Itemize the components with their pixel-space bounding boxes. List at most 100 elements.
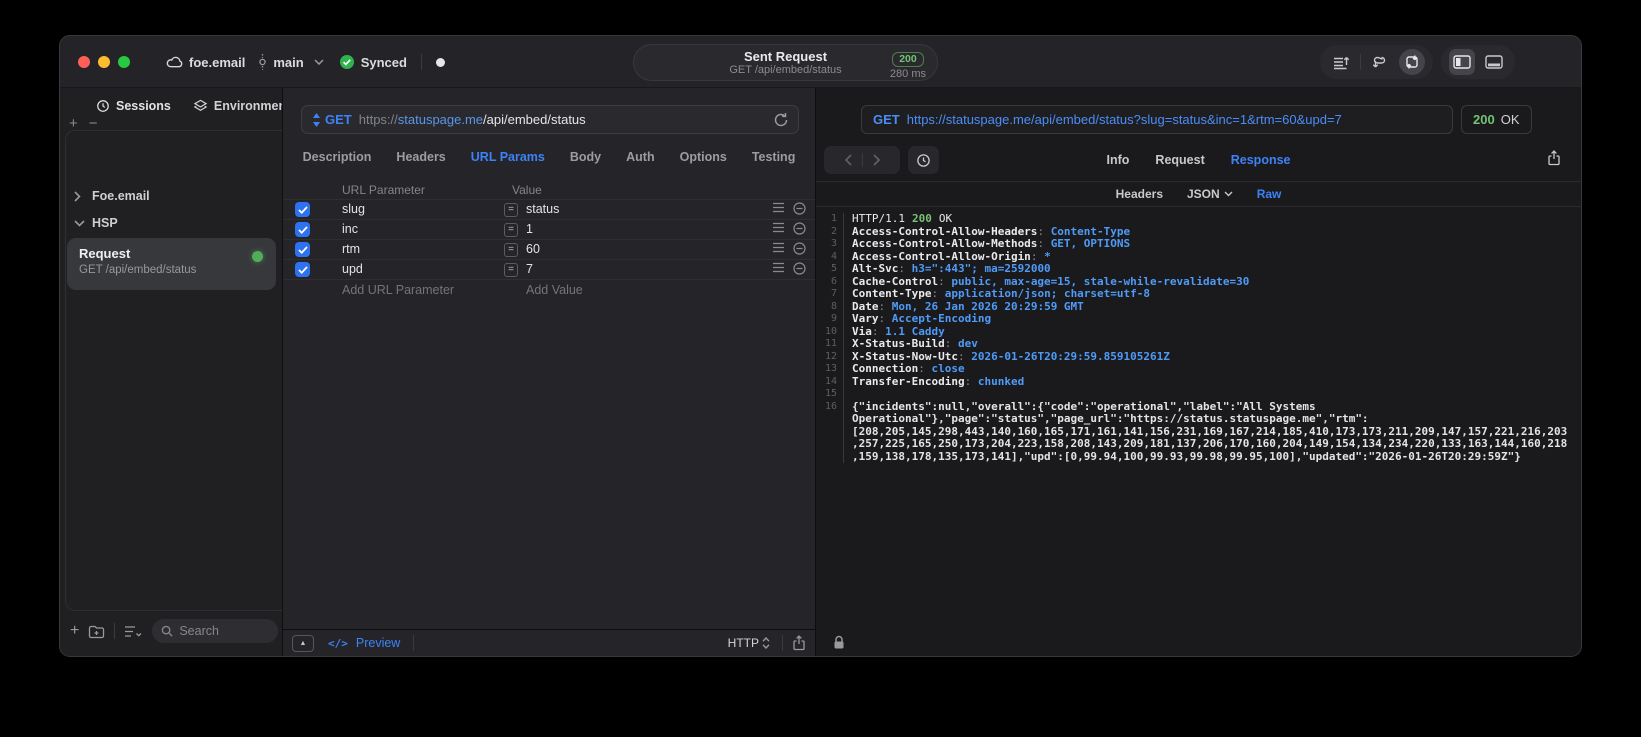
row-menu-icon[interactable] xyxy=(772,262,785,275)
zoom-window-button[interactable] xyxy=(118,56,130,68)
tab-sessions[interactable]: Sessions xyxy=(96,99,171,113)
sidebar-search[interactable] xyxy=(152,619,278,643)
request-method[interactable]: GET xyxy=(325,112,352,127)
param-name-field[interactable]: upd xyxy=(342,262,363,276)
param-name-field[interactable]: inc xyxy=(342,222,358,236)
export-list-button[interactable] xyxy=(1328,49,1354,75)
tab-request[interactable]: Request xyxy=(1155,153,1204,167)
tree-item-hsp[interactable]: HSP xyxy=(74,216,118,230)
sidebar-remove-button[interactable]: − xyxy=(89,116,98,131)
toggle-bottom-panel-button[interactable] xyxy=(1481,49,1507,75)
request-tabs: Description Headers URL Params Body Auth… xyxy=(283,150,815,164)
tab-description[interactable]: Description xyxy=(303,150,372,164)
add-value-field[interactable]: Add Value xyxy=(526,283,583,297)
line-number: 13 xyxy=(816,363,844,376)
header-value: 2026-01-26T20:29:59.859105261Z xyxy=(971,349,1170,363)
project-selector[interactable]: foe.email xyxy=(166,55,245,70)
tab-body[interactable]: Body xyxy=(570,150,601,164)
request-status-pill[interactable]: Sent Request GET /api/embed/status 200 2… xyxy=(633,44,938,81)
tab-url-params[interactable]: URL Params xyxy=(471,150,545,164)
minimize-window-button[interactable] xyxy=(98,56,110,68)
tree-item-foe-email[interactable]: Foe.email xyxy=(74,189,150,203)
response-pane: GET https://statuspage.me/api/embed/stat… xyxy=(816,88,1581,656)
param-operator-button[interactable]: = xyxy=(504,263,518,277)
param-name-field[interactable]: rtm xyxy=(342,242,360,256)
row-menu-icon[interactable] xyxy=(772,242,785,255)
header-value: Content-Type xyxy=(1050,224,1131,238)
tab-headers[interactable]: Headers xyxy=(396,150,445,164)
header-value: 1.1 Caddy xyxy=(885,324,945,338)
header-value: close xyxy=(931,362,965,375)
toggle-sidebar-button[interactable] xyxy=(1449,49,1475,75)
tab-auth[interactable]: Auth xyxy=(626,150,654,164)
subtab-headers[interactable]: Headers xyxy=(1116,187,1163,201)
param-value-field[interactable]: status xyxy=(526,202,559,216)
param-operator-button[interactable]: = xyxy=(504,203,518,217)
param-operator-button[interactable]: = xyxy=(504,223,518,237)
column-url-parameter: URL Parameter xyxy=(342,183,425,197)
remove-row-icon[interactable] xyxy=(793,262,806,275)
header-value: application/json; charset=utf-8 xyxy=(944,287,1151,300)
param-enabled-checkbox[interactable] xyxy=(295,222,310,237)
param-value-field[interactable]: 1 xyxy=(526,222,533,236)
new-request-button[interactable]: + xyxy=(70,623,79,639)
request-footer-bar: ▲ </> Preview HTTP xyxy=(283,629,815,656)
request-list-item-selected[interactable]: Request GET /api/embed/status xyxy=(67,238,276,290)
row-menu-icon[interactable] xyxy=(772,202,785,215)
sidebar-add-button[interactable]: + xyxy=(69,116,78,131)
tab-info[interactable]: Info xyxy=(1107,153,1130,167)
request-url-bar[interactable]: GET https://statuspage.me/api/embed/stat… xyxy=(301,105,799,134)
add-url-parameter-field[interactable]: Add URL Parameter xyxy=(342,283,454,297)
remove-row-icon[interactable] xyxy=(793,242,806,255)
close-window-button[interactable] xyxy=(78,56,90,68)
chevron-down-icon xyxy=(74,219,85,227)
tab-response[interactable]: Response xyxy=(1231,153,1291,167)
protocol-selector[interactable]: HTTP xyxy=(728,636,770,650)
header-name: Via xyxy=(852,325,885,338)
tab-testing[interactable]: Testing xyxy=(752,150,796,164)
layout-bottom-icon xyxy=(1485,55,1503,69)
branch-selector[interactable]: main xyxy=(258,54,324,70)
url-path: /api/embed/status xyxy=(483,112,586,127)
sort-filter-button[interactable] xyxy=(124,625,143,638)
header-value: public, max-age=15, stale-while-revalida… xyxy=(951,274,1250,288)
sync-status[interactable]: Synced xyxy=(339,54,407,70)
param-enabled-checkbox[interactable] xyxy=(295,242,310,257)
param-value-field[interactable]: 60 xyxy=(526,242,540,256)
send-receive-button[interactable] xyxy=(1399,49,1425,75)
response-status-code: 200 xyxy=(1473,112,1495,127)
resend-request-button[interactable] xyxy=(774,112,788,127)
params-header-row: URL Parameter Value xyxy=(283,182,815,200)
header-name: Access-Control-Allow-Origin xyxy=(852,250,1044,263)
header-name: X-Status-Build xyxy=(852,337,958,350)
flow-button[interactable] xyxy=(1367,49,1393,75)
export-response-button[interactable] xyxy=(1547,150,1561,166)
subtab-raw[interactable]: Raw xyxy=(1257,187,1282,201)
layout-sidebar-icon xyxy=(1453,55,1471,69)
param-enabled-checkbox[interactable] xyxy=(295,262,310,277)
response-url-field[interactable]: GET https://statuspage.me/api/embed/stat… xyxy=(861,105,1453,134)
request-success-dot xyxy=(252,251,263,262)
row-menu-icon[interactable] xyxy=(772,222,785,235)
param-operator-button[interactable]: = xyxy=(504,243,518,257)
lock-icon[interactable] xyxy=(832,635,846,650)
preview-button[interactable]: Preview xyxy=(356,636,400,650)
search-input[interactable] xyxy=(179,624,269,638)
line-number: 3 xyxy=(816,238,844,251)
collapse-panel-button[interactable]: ▲ xyxy=(292,634,314,652)
new-folder-button[interactable] xyxy=(88,624,105,639)
subtab-json[interactable]: JSON xyxy=(1187,187,1233,201)
titlebar: foe.email main Synced Sent Request GET /… xyxy=(60,36,1581,88)
param-enabled-checkbox[interactable] xyxy=(295,202,310,217)
param-name-field[interactable]: slug xyxy=(342,202,365,216)
search-icon xyxy=(161,625,173,637)
synced-check-icon xyxy=(339,54,355,70)
tab-options[interactable]: Options xyxy=(680,150,727,164)
line-number: 14 xyxy=(816,375,844,388)
param-value-field[interactable]: 7 xyxy=(526,262,533,276)
header-name: Transfer-Encoding xyxy=(852,375,978,388)
remove-row-icon[interactable] xyxy=(793,202,806,215)
remove-row-icon[interactable] xyxy=(793,222,806,235)
desktop: foe.email main Synced Sent Request GET /… xyxy=(0,0,1641,737)
share-icon[interactable] xyxy=(792,635,806,651)
